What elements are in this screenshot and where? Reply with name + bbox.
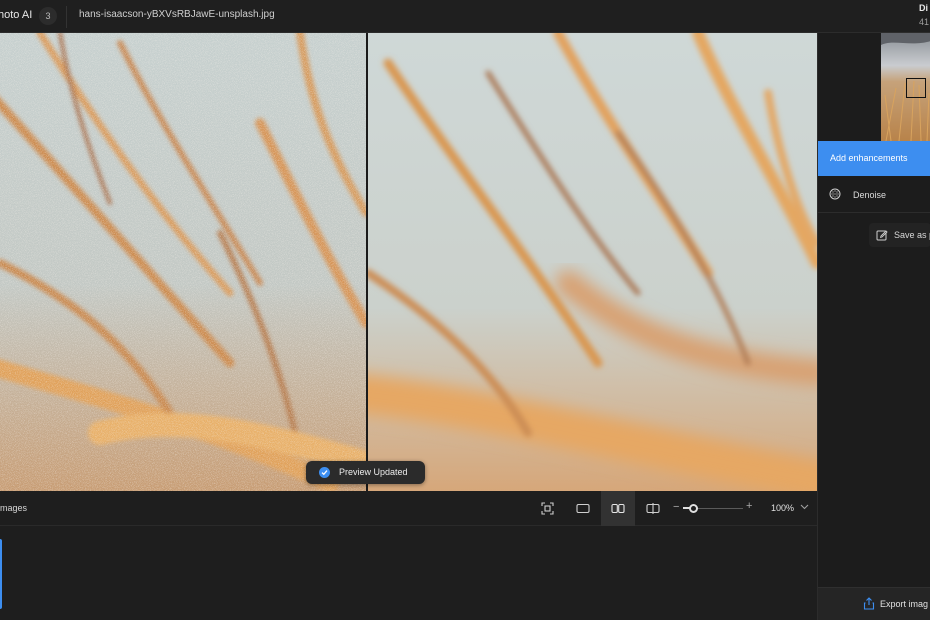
zoom-level[interactable]: 100% [771, 503, 794, 513]
split-view-button[interactable] [636, 491, 670, 526]
image-count-badge[interactable]: 3 [39, 7, 57, 25]
denoise-icon [829, 188, 841, 200]
viewer-toolbar: images − + 100% [0, 491, 817, 526]
images-label: images [0, 503, 28, 513]
toast-message: Preview Updated [339, 467, 408, 477]
single-view-button[interactable] [566, 491, 600, 526]
check-icon [319, 467, 330, 478]
fit-to-screen-button[interactable] [531, 491, 565, 526]
enhancement-panel: Add enhancements Denoise Save as p Expor… [817, 33, 930, 620]
image-filmstrip [0, 527, 817, 620]
add-enhancements-button[interactable]: Add enhancements [818, 141, 930, 176]
title-bar: hoto AI 3 hans-isaacson-yBXVsRBJawE-unsp… [0, 0, 930, 33]
share-export-icon [863, 597, 875, 610]
focus-frame-icon [541, 502, 554, 515]
side-by-side-view-button[interactable] [601, 491, 635, 526]
selected-thumbnail[interactable] [0, 539, 2, 609]
chevron-down-icon[interactable] [800, 504, 809, 510]
side-by-side-icon [611, 503, 625, 514]
zoom-in-button[interactable]: + [746, 500, 752, 512]
image-info-title: Di [919, 3, 928, 13]
export-image-label: Export imag [880, 599, 929, 609]
single-view-icon [576, 503, 590, 514]
edit-preset-icon [876, 230, 888, 241]
file-name: hans-isaacson-yBXVsRBJawE-unsplash.jpg [79, 9, 275, 20]
app-title: hoto AI [0, 9, 33, 21]
export-image-button[interactable]: Export imag [818, 587, 930, 620]
save-as-preset-label: Save as p [894, 230, 930, 240]
denoise-label: Denoise [853, 190, 887, 200]
denoise-enhancement-row[interactable]: Denoise [818, 176, 930, 213]
save-as-preset-button[interactable]: Save as p [869, 223, 930, 247]
title-separator [66, 6, 67, 28]
preview-updated-toast: Preview Updated [306, 461, 425, 484]
split-view-icon [646, 503, 660, 514]
enhanced-image [368, 33, 817, 491]
navigator-viewport-frame[interactable] [906, 78, 926, 98]
add-enhancements-label: Add enhancements [830, 153, 908, 163]
zoom-out-button[interactable]: − [673, 501, 679, 513]
original-image-pane [0, 33, 366, 491]
enhanced-image-pane [368, 33, 817, 491]
original-image [0, 33, 366, 491]
zoom-slider-thumb[interactable] [688, 504, 698, 513]
navigator-thumbnail[interactable] [881, 33, 930, 141]
image-info-subtitle: 41 [919, 17, 930, 27]
image-viewer[interactable]: Preview Updated [0, 33, 817, 491]
